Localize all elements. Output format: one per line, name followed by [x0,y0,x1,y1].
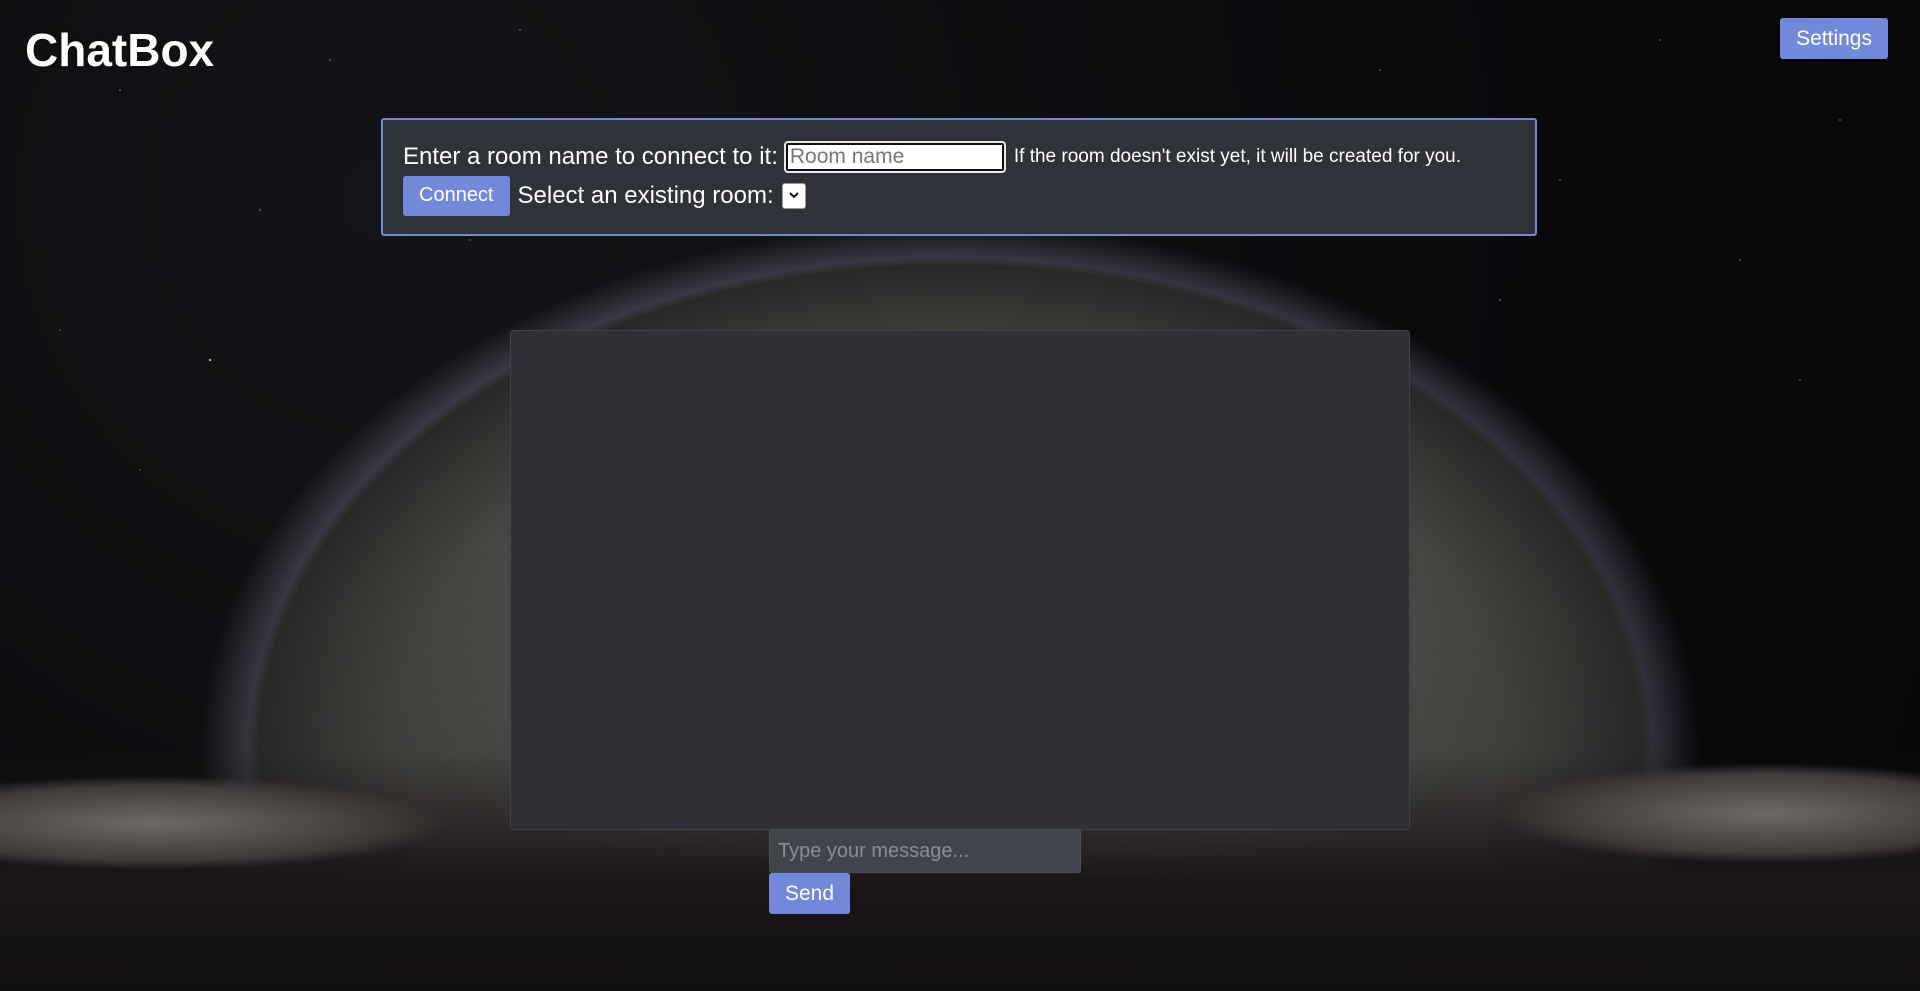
room-hint-text: If the room doesn't exist yet, it will b… [1013,145,1462,167]
room-name-input[interactable] [783,140,1006,173]
room-name-label: Enter a room name to connect to it: [403,142,778,170]
message-input[interactable] [769,829,1081,873]
send-button[interactable]: Send [769,873,851,914]
existing-room-label: Select an existing room: [517,181,774,209]
app-logo: ChatBox [25,24,215,76]
connect-button[interactable]: Connect [403,175,510,216]
room-connect-panel: Enter a room name to connect to it: If t… [381,118,1537,236]
settings-button[interactable]: Settings [1780,18,1888,59]
room-name-row: Enter a room name to connect to it: If t… [403,138,1515,175]
existing-room-select[interactable] [781,182,806,209]
chevron-down-icon [788,192,799,199]
room-actions-row: Connect Select an existing room: [403,175,1515,216]
chat-messages-area[interactable] [510,330,1410,830]
